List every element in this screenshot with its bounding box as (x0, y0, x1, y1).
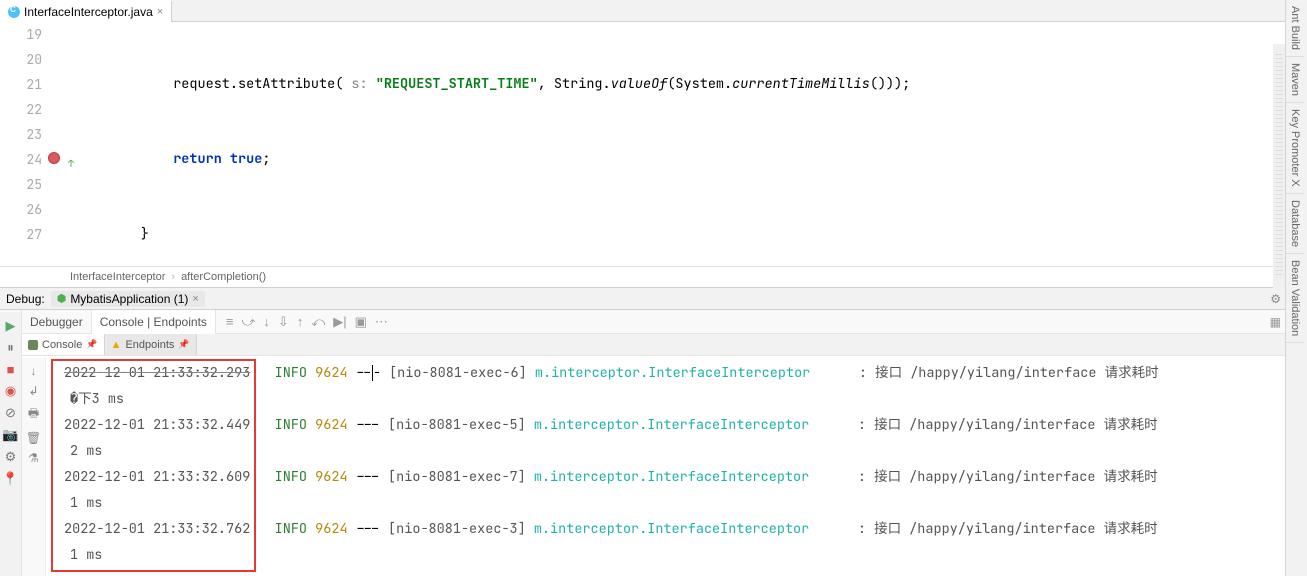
spring-leaf-icon: ⬢ (57, 292, 67, 305)
close-icon[interactable]: × (157, 6, 163, 18)
frames-icon[interactable]: ≡ (226, 314, 234, 329)
subtab-endpoints[interactable]: ▲ Endpoints 📌 (105, 334, 197, 355)
java-class-icon (8, 6, 20, 18)
tool-panel-key-promoter-x[interactable]: Key Promoter X (1286, 103, 1304, 194)
filter-icon[interactable]: ⚗ (28, 451, 39, 465)
chevron-right-icon: › (171, 271, 175, 283)
clear-icon[interactable]: 🗑 (26, 431, 41, 445)
console-icon (28, 340, 38, 350)
breadcrumb-class[interactable]: InterfaceInterceptor (70, 271, 165, 283)
tool-panel-database[interactable]: Database (1286, 194, 1304, 254)
console-subtabs: Console 📌 ▲ Endpoints 📌 (0, 334, 1307, 356)
drop-frame-icon[interactable]: ⤺ (311, 314, 325, 330)
editor[interactable]: 19 20 21 22 23 24↑ 25 26 27 request.setA… (0, 22, 1307, 266)
step-controls: ≡ ⤻ ↓ ⇩ ↑ ⤺ ▶| ▣ ⋯ (216, 310, 398, 333)
camera-icon[interactable]: 📷 (2, 427, 18, 443)
print-icon[interactable]: 🖶 (28, 404, 39, 425)
fold-column (50, 22, 72, 266)
override-up-icon[interactable]: ↑ (68, 151, 74, 176)
console-line: 2022-12-01 21:33:32.449 INFO 9624 --- [n… (64, 412, 1279, 438)
step-over-icon[interactable]: ⤻ (242, 314, 256, 330)
run-config-name: MybatisApplication (1) (70, 292, 188, 306)
gear-icon[interactable]: ⚙ (1270, 292, 1281, 306)
file-tab-label: InterfaceInterceptor.java (24, 5, 153, 19)
tool-panel-maven[interactable]: Maven (1286, 57, 1304, 103)
soft-wrap-icon[interactable]: ↲ (28, 384, 38, 398)
force-step-into-icon[interactable]: ⇩ (278, 314, 289, 330)
tool-panel-ant-build[interactable]: Ant Build (1286, 0, 1304, 57)
right-tool-strip: Ant BuildMavenKey Promoter XDatabaseBean… (1285, 0, 1307, 576)
tool-panel-bean-validation[interactable]: Bean Validation (1286, 254, 1304, 343)
pin-icon[interactable]: 📌 (86, 339, 97, 350)
mute-breakpoints-button[interactable]: ⊘ (5, 405, 16, 421)
tab-debugger[interactable]: Debugger (22, 310, 92, 334)
view-breakpoints-button[interactable]: ◉ (5, 383, 16, 399)
run-config-tab[interactable]: ⬢ MybatisApplication (1) × (51, 291, 205, 307)
breakpoint-icon[interactable] (48, 152, 60, 164)
scroll-to-end-icon[interactable]: ↓ (31, 364, 37, 378)
code-area[interactable]: request.setAttribute( s: "REQUEST_START_… (72, 22, 1307, 266)
breadcrumb: InterfaceInterceptor › afterCompletion() (0, 266, 1307, 288)
pin-icon[interactable]: 📌 (178, 339, 189, 350)
console-line: 2022-12-01 21:33:32.293 INFO 9624 --- [n… (64, 360, 1279, 386)
layout-icon[interactable]: ▦ (1270, 315, 1281, 329)
debug-toolbar: ↻ Debugger Console | Endpoints ≡ ⤻ ↓ ⇩ ↑… (0, 310, 1307, 334)
editor-tabbar: InterfaceInterceptor.java × (0, 0, 1307, 22)
evaluate-icon[interactable]: ▣ (355, 314, 367, 330)
debug-toolwindow-header: Debug: ⬢ MybatisApplication (1) × ⚙ — (0, 288, 1307, 310)
console-line: �下3 ms (64, 386, 1279, 412)
run-to-cursor-icon[interactable]: ▶| (333, 314, 346, 330)
console-side-toolbar: ↓ ↲ 🖶 🗑 ⚗ (22, 358, 46, 576)
close-icon[interactable]: × (192, 293, 198, 305)
console-line: 2022-12-01 21:33:32.762 INFO 9624 --- [n… (64, 516, 1279, 542)
subtab-console[interactable]: Console 📌 (22, 334, 105, 355)
pause-button[interactable]: ⏸ (7, 340, 14, 356)
debug-label: Debug: (6, 292, 45, 306)
pin-icon[interactable]: 📍 (2, 471, 18, 487)
flame-icon: ▲ (111, 339, 122, 351)
step-into-icon[interactable]: ↓ (263, 314, 270, 329)
console-line: 1 ms (64, 542, 1279, 568)
console-line: 2 ms (64, 438, 1279, 464)
console-line: 1 ms (64, 490, 1279, 516)
console-output[interactable]: 2022-12-01 21:33:32.293 INFO 9624 --- [n… (46, 358, 1285, 576)
gutter: 19 20 21 22 23 24↑ 25 26 27 (0, 22, 50, 266)
debug-side-toolbar: ▶ ⏸ ■ ◉ ⊘ 📷 ⚙ 📍 (0, 312, 22, 576)
editor-scrollbar[interactable] (1273, 44, 1285, 288)
file-tab[interactable]: InterfaceInterceptor.java × (0, 0, 172, 22)
breadcrumb-method[interactable]: afterCompletion() (181, 271, 266, 283)
stop-button[interactable]: ■ (7, 362, 15, 377)
trace-icon[interactable]: ⋯ (375, 314, 388, 330)
resume-button[interactable]: ▶ (6, 318, 16, 334)
tab-console-endpoints[interactable]: Console | Endpoints (92, 310, 216, 334)
step-out-icon[interactable]: ↑ (297, 314, 304, 329)
console-line: 2022-12-01 21:33:32.609 INFO 9624 --- [n… (64, 464, 1279, 490)
settings-icon[interactable]: ⚙ (5, 449, 17, 465)
